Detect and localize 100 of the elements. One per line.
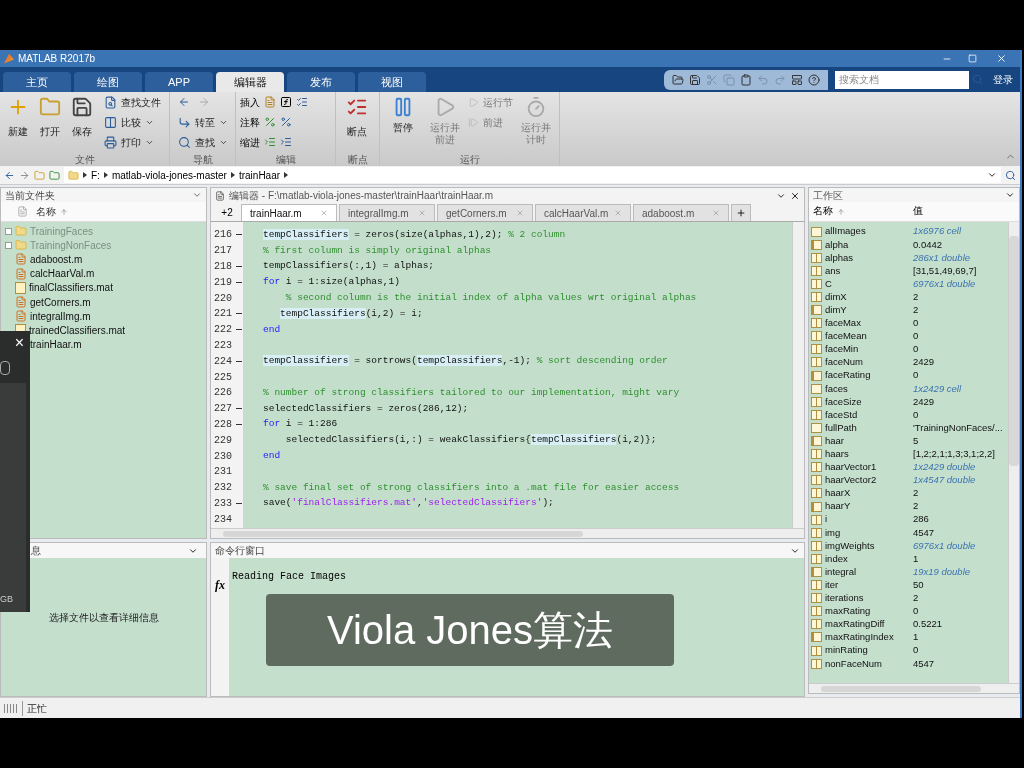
ribbon-tab[interactable]: 主页 — [3, 72, 71, 92]
path-segment[interactable]: F: — [91, 167, 100, 183]
ribbon-button[interactable]: 查找 — [174, 132, 232, 152]
toolbar-icon[interactable] — [740, 73, 752, 86]
close-button[interactable]: × — [0, 331, 30, 355]
login-link[interactable]: 登录 — [986, 72, 1020, 87]
column-header[interactable]: 值 — [913, 204, 923, 219]
ribbon-button[interactable]: 查找文件 — [100, 92, 165, 112]
close-icon[interactable] — [790, 190, 800, 201]
column-header[interactable]: 名称 — [809, 204, 913, 219]
search-icon[interactable] — [1005, 169, 1016, 181]
file-name[interactable]: trainedClassifiers.mat — [29, 322, 126, 338]
variable-name[interactable]: index — [825, 551, 848, 566]
path-segment[interactable]: trainHaar — [238, 167, 281, 183]
variable-name[interactable]: haarVector1 — [825, 460, 877, 475]
variable-name[interactable]: allImages — [825, 224, 866, 239]
percent-icon[interactable] — [280, 116, 292, 128]
file-name[interactable]: integralImg.m — [30, 308, 91, 324]
file-tab[interactable]: calcHaarVal.m — [535, 204, 631, 221]
breakpoint-dash[interactable] — [236, 423, 242, 425]
variable-name[interactable]: alpha — [825, 237, 849, 252]
file-tab[interactable]: getCorners.m — [437, 204, 533, 221]
file-name[interactable]: getCorners.m — [30, 294, 91, 310]
address-field[interactable]: F: matlab-viola-jones-master trainHaar — [64, 167, 1001, 183]
variable-name[interactable]: fullPath — [825, 420, 857, 436]
file-name[interactable]: calcHaarVal.m — [30, 266, 95, 282]
variable-name[interactable]: minRating — [825, 643, 868, 658]
variable-name[interactable]: i — [825, 512, 828, 527]
ribbon-tab[interactable]: 绘图 — [74, 72, 142, 92]
new-tab-button[interactable] — [731, 204, 751, 221]
file-name[interactable]: adaboost.m — [30, 251, 83, 267]
forward-icon[interactable] — [19, 169, 30, 181]
variable-name[interactable]: maxRatingIndex — [825, 630, 894, 645]
variable-name[interactable]: faceSize — [825, 394, 862, 409]
ribbon-button[interactable]: 转至 — [174, 112, 232, 132]
file-tab[interactable]: adaboost.m — [633, 204, 729, 221]
variable-name[interactable]: maxRating — [825, 604, 871, 619]
variable-name[interactable]: haarY — [825, 499, 851, 514]
variable-name[interactable]: ans — [825, 263, 841, 278]
indent-icon[interactable] — [280, 136, 292, 148]
ribbon-button[interactable]: 打开 — [36, 92, 64, 138]
function-icon[interactable] — [280, 96, 292, 108]
variable-name[interactable]: img — [825, 525, 841, 540]
breakpoint-dash[interactable] — [236, 329, 242, 331]
variable-name[interactable]: alphas — [825, 250, 853, 265]
file-name[interactable]: finalClassifiers.mat — [29, 280, 113, 296]
ribbon-button[interactable]: 新建 — [4, 92, 32, 138]
breakpoint-dash[interactable] — [236, 281, 242, 283]
indent-label[interactable]: 缩进 — [240, 134, 260, 150]
vertical-scrollbar[interactable] — [1008, 222, 1019, 683]
variable-name[interactable]: integral — [825, 564, 857, 580]
variable-name[interactable]: faceRating — [825, 368, 871, 383]
variable-name[interactable]: iterations — [825, 591, 864, 606]
ribbon-button[interactable]: 打印 — [100, 132, 165, 152]
breakpoint-dash[interactable] — [236, 408, 242, 410]
variable-name[interactable]: imgWeights — [825, 538, 875, 553]
variable-name[interactable]: C — [825, 276, 832, 292]
file-tab[interactable]: integralImg.m — [339, 204, 435, 221]
folder-outline-icon[interactable] — [0, 361, 10, 375]
variable-name[interactable]: faceMin — [825, 342, 859, 357]
dropdown-icon[interactable] — [987, 170, 997, 180]
file-name[interactable]: trainHaar.m — [30, 337, 82, 353]
indent-icon[interactable] — [264, 136, 276, 148]
back-icon[interactable] — [178, 96, 190, 108]
panel-menu-icon[interactable] — [1005, 190, 1015, 200]
tab-list-label[interactable]: +2 — [215, 204, 239, 220]
percent-icon[interactable] — [264, 116, 276, 128]
variable-name[interactable]: dimY — [825, 303, 847, 318]
variable-name[interactable]: dimX — [825, 289, 847, 305]
insert-icon[interactable] — [264, 96, 276, 108]
ribbon-tab[interactable]: 编辑器 — [216, 72, 284, 92]
ribbon-tab[interactable]: 发布 — [287, 72, 355, 92]
toolbar-icon[interactable] — [791, 73, 803, 86]
ribbon-button[interactable]: 比较 — [100, 112, 165, 132]
insert-label[interactable]: 插入 — [240, 94, 260, 110]
ribbon-tab[interactable]: APP — [145, 72, 213, 92]
variable-name[interactable]: haar — [825, 433, 844, 449]
variable-name[interactable]: haars — [825, 447, 849, 462]
variable-name[interactable]: faceNum — [825, 355, 863, 370]
browse-folder-icon[interactable] — [49, 169, 60, 181]
ribbon-button[interactable]: 保存 — [68, 92, 96, 138]
ribbon-button[interactable]: 断点 — [340, 92, 374, 138]
breakpoint-dash[interactable] — [236, 234, 242, 236]
variable-name[interactable]: faces — [825, 381, 848, 396]
file-tab[interactable]: trainHaar.m — [241, 204, 337, 221]
variable-name[interactable]: faceMean — [825, 329, 867, 344]
path-segment[interactable]: matlab-viola-jones-master — [111, 167, 227, 183]
ribbon-tab[interactable]: 视图 — [358, 72, 426, 92]
breakpoint-dash[interactable] — [236, 360, 242, 362]
comment-label[interactable]: 注释 — [240, 114, 260, 130]
panel-menu-icon[interactable] — [192, 190, 202, 200]
breakpoint-dash[interactable] — [236, 313, 242, 315]
variable-name[interactable]: nonFaceNum — [825, 656, 883, 671]
insert-section-icon[interactable] — [296, 96, 308, 108]
variable-name[interactable]: iter — [825, 577, 839, 593]
ribbon-button[interactable]: 暂停 — [384, 92, 422, 134]
variable-name[interactable]: faceStd — [825, 407, 858, 422]
horizontal-scrollbar[interactable] — [809, 683, 1019, 693]
variable-name[interactable]: haarX — [825, 486, 851, 501]
search-field[interactable]: 搜索文档 — [835, 70, 969, 89]
